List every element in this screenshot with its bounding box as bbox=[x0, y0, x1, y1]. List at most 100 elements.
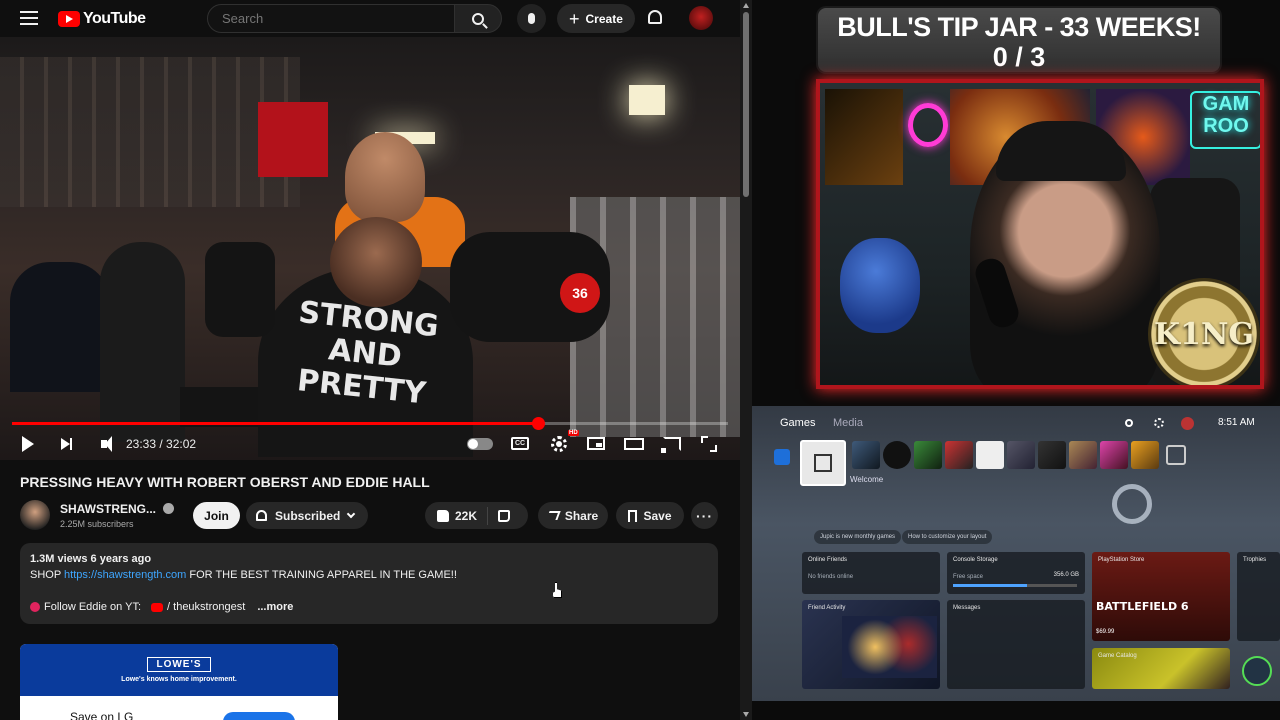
game-tile-row bbox=[752, 440, 1280, 486]
lifter-head bbox=[330, 217, 422, 307]
show-more-link[interactable]: ...more bbox=[257, 601, 293, 613]
plush-toy bbox=[840, 238, 920, 333]
storage-bar bbox=[953, 584, 1077, 587]
next-button[interactable] bbox=[56, 427, 76, 460]
time-display: 23:33 / 32:02 bbox=[126, 436, 197, 451]
game-tile[interactable] bbox=[945, 441, 973, 469]
storage-value: 356.0 GB bbox=[1053, 572, 1079, 578]
miniplayer-icon bbox=[587, 437, 605, 450]
share-label: Share bbox=[564, 508, 599, 523]
share-button[interactable]: Share bbox=[538, 502, 608, 529]
ps5-avatar[interactable] bbox=[1181, 417, 1194, 430]
subscriber-count: 2.25M subscribers bbox=[60, 519, 134, 529]
game-tile[interactable] bbox=[1069, 441, 1097, 469]
scrollbar-thumb[interactable] bbox=[743, 12, 749, 197]
game-tile[interactable] bbox=[976, 441, 1004, 469]
save-button[interactable]: Save bbox=[616, 502, 684, 529]
friend-activity-image bbox=[842, 616, 937, 678]
settings-button[interactable] bbox=[549, 427, 569, 460]
ps5-info-pill[interactable]: How to customize your layout bbox=[902, 530, 993, 544]
theater-mode-button[interactable] bbox=[623, 427, 645, 460]
shirt-text: STRONG AND PRETTY bbox=[295, 294, 441, 412]
playstation-store-card[interactable]: PlayStation Store BATTLEFIELD 6 $69.99 bbox=[1092, 552, 1230, 641]
autoplay-icon bbox=[467, 437, 493, 450]
create-button[interactable]: + Create bbox=[557, 4, 635, 33]
gear-icon bbox=[551, 435, 567, 452]
ps-store-tile[interactable] bbox=[774, 449, 790, 465]
autoplay-toggle[interactable] bbox=[466, 427, 494, 460]
video-player[interactable]: STRONG AND PRETTY 36 23:33 / 32:02 CC HD bbox=[0, 37, 740, 460]
dislike-button[interactable] bbox=[498, 509, 511, 522]
dumbbell-label: 36 bbox=[560, 273, 600, 313]
game-tile[interactable] bbox=[883, 441, 911, 469]
notifications-bell-icon[interactable] bbox=[648, 10, 662, 24]
fullscreen-button[interactable] bbox=[699, 427, 719, 460]
player-controls: 23:33 / 32:02 CC HD bbox=[0, 427, 740, 460]
description-shop-line: SHOP https://shawstrength.com FOR THE BE… bbox=[30, 569, 457, 581]
messages-card[interactable]: Messages bbox=[947, 600, 1085, 689]
ps-ring-graphic bbox=[1112, 484, 1152, 524]
ps5-tab-media[interactable]: Media bbox=[833, 417, 863, 429]
game-tile[interactable] bbox=[1100, 441, 1128, 469]
hamburger-menu-icon[interactable] bbox=[20, 11, 38, 25]
more-actions-button[interactable]: ··· bbox=[691, 502, 718, 529]
ad-cta-text: Save on LG bbox=[70, 710, 134, 720]
game-tile[interactable] bbox=[1131, 441, 1159, 469]
card-title: Game Catalog bbox=[1098, 653, 1137, 659]
game-tile[interactable] bbox=[852, 441, 880, 469]
mute-button[interactable] bbox=[94, 427, 114, 460]
channel-avatar[interactable] bbox=[20, 500, 50, 530]
youtube-logo-text: YouTube bbox=[83, 10, 146, 27]
ps5-info-pill[interactable]: Jupic is new monthly games bbox=[814, 530, 902, 544]
game-tile[interactable] bbox=[1007, 441, 1035, 469]
online-friends-card[interactable]: Online Friends No friends online bbox=[802, 552, 940, 594]
trophies-card[interactable]: Trophies bbox=[1237, 552, 1280, 641]
page-scrollbar[interactable] bbox=[740, 0, 752, 720]
ps5-search-icon[interactable] bbox=[1125, 419, 1133, 427]
neon-headset-icon bbox=[908, 103, 948, 147]
search-button[interactable] bbox=[454, 4, 502, 33]
progress-bar[interactable] bbox=[12, 417, 728, 430]
controller-icon[interactable] bbox=[1242, 656, 1272, 686]
bookmark-icon bbox=[628, 509, 638, 522]
card-body: No friends online bbox=[808, 574, 854, 580]
account-avatar[interactable] bbox=[689, 6, 713, 30]
console-storage-card[interactable]: Console Storage Free space 356.0 GB bbox=[947, 552, 1085, 594]
search-icon bbox=[472, 12, 484, 25]
ad-cta-button[interactable] bbox=[223, 712, 295, 720]
game-catalog-card[interactable]: Game Catalog bbox=[1092, 648, 1230, 689]
selected-tile-label: Welcome bbox=[850, 475, 884, 484]
shop-suffix: FOR THE BEST TRAINING APPAREL IN THE GAM… bbox=[189, 569, 457, 581]
join-button[interactable]: Join bbox=[193, 502, 240, 529]
game-library-tile[interactable] bbox=[800, 440, 846, 486]
lowes-ad[interactable]: LOWE'S Lowe's knows home improvement. Sa… bbox=[20, 644, 338, 720]
voice-search-button[interactable] bbox=[517, 4, 546, 33]
scroll-down-arrow-icon[interactable] bbox=[743, 712, 749, 717]
description-box[interactable]: 1.3M views 6 years ago SHOP https://shaw… bbox=[20, 543, 718, 624]
miniplayer-button[interactable] bbox=[586, 427, 606, 460]
subscribed-button[interactable]: Subscribed bbox=[246, 502, 369, 529]
ps5-tab-games[interactable]: Games bbox=[780, 417, 815, 429]
pink-circle-icon bbox=[30, 602, 40, 612]
channel-handle-link[interactable]: / theukstrongest bbox=[167, 601, 245, 613]
cast-button[interactable] bbox=[661, 427, 682, 460]
like-button[interactable]: 22K bbox=[425, 506, 489, 525]
game-tile[interactable] bbox=[1038, 441, 1066, 469]
game-tile[interactable] bbox=[914, 441, 942, 469]
search-input[interactable] bbox=[207, 4, 455, 33]
youtube-logo[interactable]: YouTube bbox=[58, 10, 146, 28]
theater-icon bbox=[624, 437, 644, 450]
all-games-grid-icon[interactable] bbox=[1166, 445, 1186, 465]
ps5-settings-icon[interactable] bbox=[1154, 418, 1164, 428]
ceiling-light bbox=[629, 85, 665, 115]
view-count-date: 1.3M views 6 years ago bbox=[30, 553, 152, 565]
friend-activity-card[interactable]: Friend Activity bbox=[802, 600, 940, 689]
channel-name[interactable]: SHAWSTRENG... bbox=[60, 502, 156, 516]
play-button[interactable] bbox=[18, 427, 38, 460]
shop-link[interactable]: https://shawstrength.com bbox=[64, 569, 186, 581]
create-label: Create bbox=[585, 11, 623, 26]
captions-button[interactable]: CC bbox=[510, 427, 530, 460]
ps5-home-screen: Games Media 8:51 AM Welcome Jupic is new… bbox=[752, 406, 1280, 701]
scroll-up-arrow-icon[interactable] bbox=[743, 3, 749, 8]
card-title: Trophies bbox=[1243, 557, 1267, 563]
